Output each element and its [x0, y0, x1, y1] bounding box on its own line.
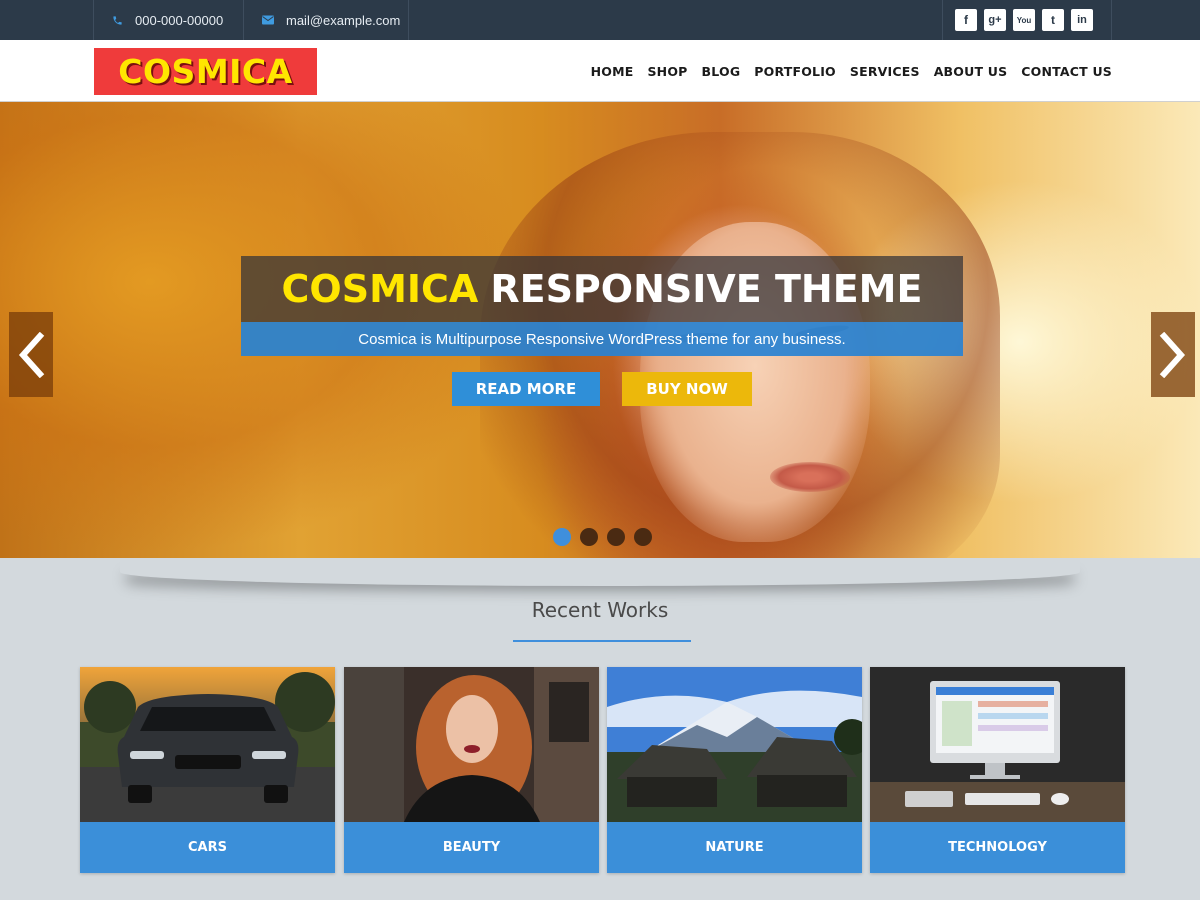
slider-dot[interactable] — [634, 528, 652, 546]
chevron-left-icon — [18, 331, 45, 378]
hero-title-rest: RESPONSIVE THEME — [490, 267, 923, 311]
nature-label: NATURE — [607, 822, 862, 873]
hero-image-lips — [770, 462, 850, 492]
chevron-right-icon — [1159, 331, 1186, 378]
work-card-beauty[interactable]: BEAUTY — [344, 667, 599, 873]
section-shadow — [120, 558, 1080, 586]
beauty-image — [344, 667, 599, 822]
nav-shop[interactable]: SHOP — [647, 64, 687, 79]
nav-services[interactable]: SERVICES — [850, 64, 920, 79]
phone-info[interactable]: 000-000-00000 — [93, 0, 243, 40]
technology-label: TECHNOLOGY — [870, 822, 1125, 873]
work-card-technology[interactable]: TECHNOLOGY — [870, 667, 1125, 873]
email-info[interactable]: mail@example.com — [243, 0, 409, 40]
work-card-nature[interactable]: NATURE — [607, 667, 862, 873]
buy-now-button[interactable]: BUY NOW — [622, 372, 752, 406]
slider-next-button[interactable] — [1151, 312, 1195, 397]
nav-blog[interactable]: BLOG — [702, 64, 741, 79]
nav-portfolio[interactable]: PORTFOLIO — [754, 64, 836, 79]
site-logo[interactable]: COSMICA — [94, 48, 317, 95]
cars-image — [80, 667, 335, 822]
hero-title: COSMICA RESPONSIVE THEME — [241, 256, 963, 322]
slider-dot[interactable] — [553, 528, 571, 546]
logo-text: COSMICA — [118, 52, 293, 91]
twitter-icon[interactable]: t — [1042, 9, 1064, 31]
site-header: COSMICA HOME SHOP BLOG PORTFOLIO SERVICE… — [0, 40, 1200, 102]
nav-home[interactable]: HOME — [591, 64, 634, 79]
slider-dots — [553, 528, 652, 546]
technology-image — [870, 667, 1125, 822]
phone-number: 000-000-00000 — [135, 12, 224, 28]
youtube-icon[interactable]: You — [1013, 9, 1035, 31]
social-links: f g+ You t in — [942, 0, 1112, 40]
hero-slider: COSMICA RESPONSIVE THEME Cosmica is Mult… — [0, 102, 1200, 558]
main-nav: HOME SHOP BLOG PORTFOLIO SERVICES ABOUT … — [591, 40, 1112, 102]
read-more-button[interactable]: READ MORE — [452, 372, 600, 406]
recent-works-title: Recent Works — [531, 598, 669, 622]
work-card-cars[interactable]: CARS — [80, 667, 335, 873]
cars-label: CARS — [80, 822, 335, 873]
facebook-icon[interactable]: f — [955, 9, 977, 31]
nav-contact-us[interactable]: CONTACT US — [1021, 64, 1112, 79]
linkedin-icon[interactable]: in — [1071, 9, 1093, 31]
mail-icon — [262, 15, 274, 25]
slider-dot[interactable] — [580, 528, 598, 546]
slider-prev-button[interactable] — [9, 312, 53, 397]
top-bar: 000-000-00000 mail@example.com f g+ You … — [0, 0, 1200, 40]
nature-image — [607, 667, 862, 822]
nav-about-us[interactable]: ABOUT US — [934, 64, 1008, 79]
slider-dot[interactable] — [607, 528, 625, 546]
google-plus-icon[interactable]: g+ — [984, 9, 1006, 31]
email-address: mail@example.com — [286, 12, 401, 28]
phone-icon — [112, 15, 123, 26]
title-underline — [513, 640, 691, 642]
beauty-label: BEAUTY — [344, 822, 599, 873]
hero-subtitle: Cosmica is Multipurpose Responsive WordP… — [241, 322, 963, 356]
hero-title-highlight: COSMICA — [281, 267, 479, 311]
